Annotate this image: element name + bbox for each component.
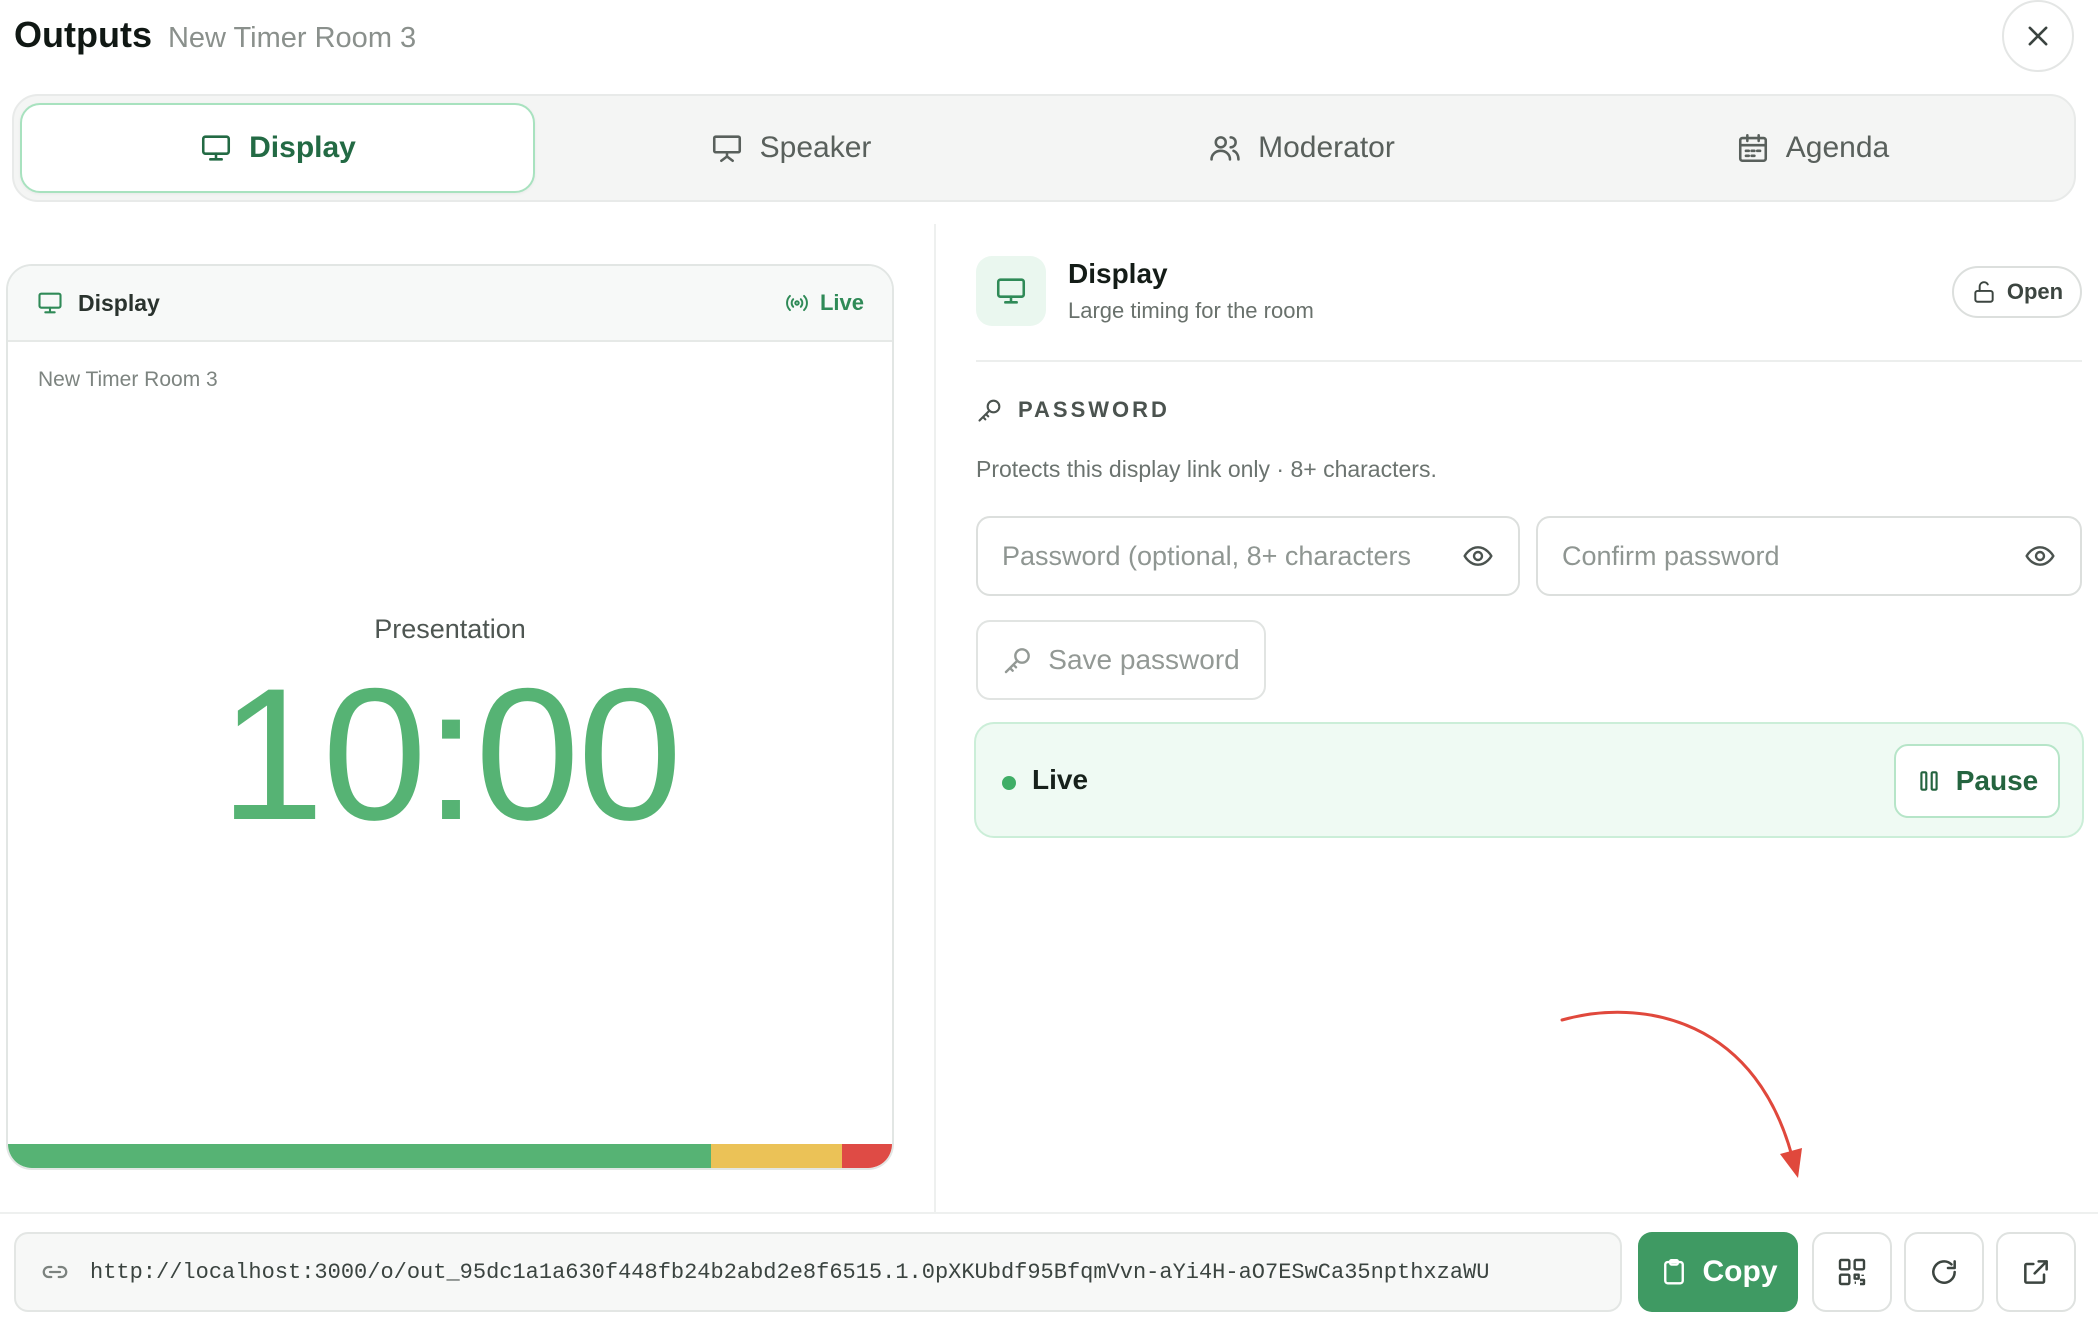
pause-icon bbox=[1920, 771, 1938, 791]
open-label: Open bbox=[2006, 279, 2064, 304]
display-preview: Display Live New Timer Room 3 Presentati… bbox=[6, 264, 894, 1170]
confirm-password-input[interactable] bbox=[1562, 540, 2024, 572]
column-divider bbox=[934, 224, 936, 1212]
close-icon bbox=[2028, 26, 2048, 46]
presentation-icon bbox=[712, 135, 741, 163]
tab-moderator[interactable]: Moderator bbox=[1046, 103, 1557, 193]
pause-label: Pause bbox=[1955, 765, 2039, 796]
confirm-password-field[interactable] bbox=[1536, 516, 2082, 596]
progress-green-segment bbox=[8, 1144, 711, 1168]
output-tabs: Display Speaker Moderator Agenda bbox=[12, 94, 2076, 202]
save-password-button[interactable]: Save password bbox=[976, 620, 1266, 700]
tab-label: Moderator bbox=[1258, 131, 1395, 164]
key-icon bbox=[1005, 648, 1031, 674]
tab-label: Display bbox=[249, 131, 356, 164]
detail-description: Large timing for the room bbox=[1068, 298, 1314, 323]
preview-title: Display bbox=[78, 289, 160, 316]
pause-button[interactable]: Pause bbox=[1894, 744, 2060, 818]
timer-display: 10:00 bbox=[219, 649, 682, 859]
clipboard-icon bbox=[1663, 1258, 1684, 1285]
preview-header: Display Live bbox=[8, 266, 892, 342]
password-input[interactable] bbox=[1002, 540, 1462, 572]
progress-red-segment bbox=[841, 1144, 892, 1168]
password-section-label: PASSWORD bbox=[976, 396, 1170, 424]
monitor-icon bbox=[38, 292, 62, 314]
open-button[interactable]: Open bbox=[1952, 266, 2082, 318]
save-password-label: Save password bbox=[1048, 644, 1240, 675]
output-detail-header: Display Large timing for the room Open bbox=[976, 256, 2082, 362]
qr-code-button[interactable] bbox=[1812, 1232, 1892, 1312]
password-description: Protects this display link only · 8+ cha… bbox=[976, 456, 1437, 482]
link-icon bbox=[42, 1265, 68, 1279]
tab-label: Agenda bbox=[1785, 131, 1890, 164]
live-label: Live bbox=[819, 290, 864, 315]
live-dot bbox=[1002, 776, 1016, 790]
progress-bar bbox=[8, 1144, 892, 1168]
password-heading: PASSWORD bbox=[1018, 397, 1170, 422]
monitor-icon bbox=[202, 135, 231, 161]
external-link-icon bbox=[2024, 1260, 2048, 1284]
close-button[interactable] bbox=[2002, 0, 2074, 72]
password-field[interactable] bbox=[976, 516, 1520, 596]
users-icon bbox=[1210, 136, 1240, 161]
detail-icon-badge bbox=[976, 256, 1046, 326]
tab-agenda[interactable]: Agenda bbox=[1557, 103, 2068, 193]
annotation-arrow-icon bbox=[1560, 1010, 1802, 1178]
segment-title: Presentation bbox=[374, 614, 526, 644]
output-url: http://localhost:3000/o/out_95dc1a1a630f… bbox=[90, 1259, 1490, 1285]
eye-icon[interactable] bbox=[2024, 540, 2056, 572]
regenerate-link-button[interactable] bbox=[1904, 1232, 1984, 1312]
open-external-button[interactable] bbox=[1996, 1232, 2076, 1312]
room-name: New Timer Room 3 bbox=[167, 22, 417, 54]
preview-room-name: New Timer Room 3 bbox=[38, 368, 218, 391]
broadcast-icon bbox=[786, 294, 808, 312]
qr-code-icon bbox=[1838, 1258, 1866, 1286]
key-icon bbox=[978, 399, 1001, 422]
unlock-icon bbox=[1974, 281, 1994, 303]
monitor-icon bbox=[996, 278, 1026, 304]
tab-display[interactable]: Display bbox=[20, 103, 535, 193]
detail-title: Display bbox=[1068, 258, 1168, 289]
refresh-icon bbox=[1932, 1260, 1956, 1284]
calendar-icon bbox=[1738, 133, 1767, 163]
tab-label: Speaker bbox=[759, 131, 872, 164]
copy-button[interactable]: Copy bbox=[1638, 1232, 1798, 1312]
footer-divider bbox=[0, 1212, 2098, 1214]
header: Outputs New Timer Room 3 bbox=[14, 14, 416, 58]
tab-speaker[interactable]: Speaker bbox=[535, 103, 1046, 193]
page-title: Outputs bbox=[14, 14, 152, 55]
progress-yellow-segment bbox=[710, 1144, 842, 1168]
live-status-label: Live bbox=[1032, 764, 1089, 795]
copy-label: Copy bbox=[1702, 1255, 1778, 1288]
live-indicator: Live bbox=[784, 290, 864, 316]
output-url-field[interactable]: http://localhost:3000/o/out_95dc1a1a630f… bbox=[14, 1232, 1622, 1312]
eye-icon[interactable] bbox=[1462, 540, 1494, 572]
live-status-panel: Live Pause bbox=[974, 722, 2084, 838]
